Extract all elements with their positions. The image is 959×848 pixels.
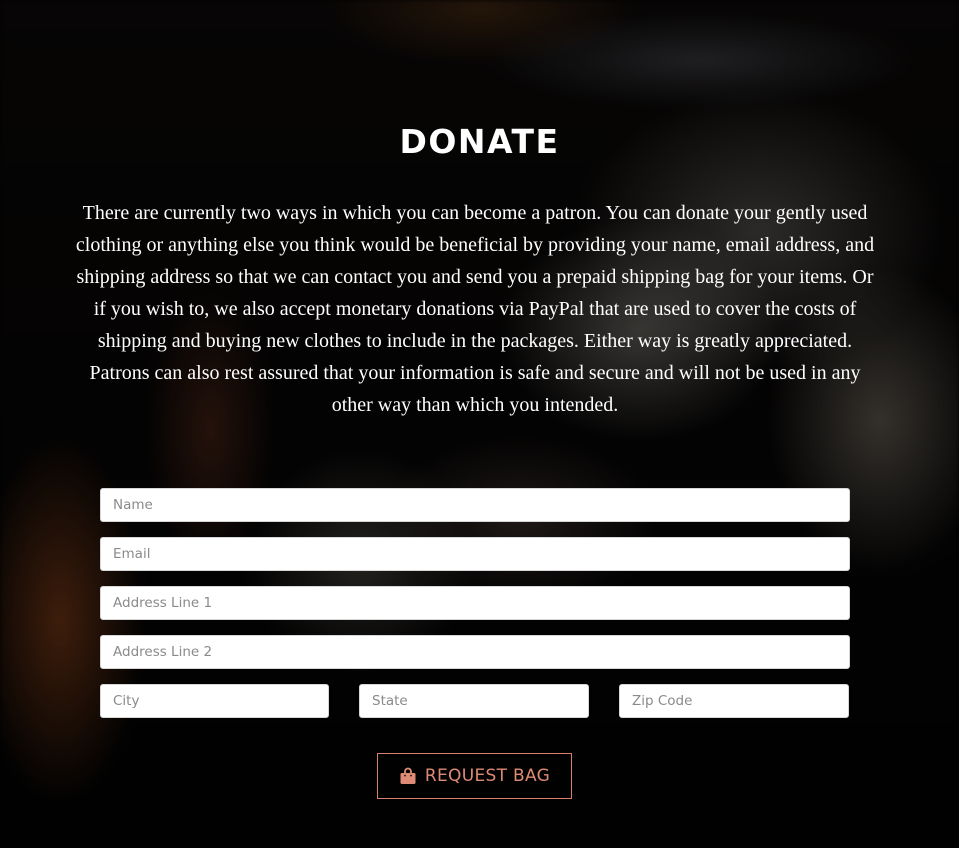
address-line-1-input[interactable]	[100, 586, 850, 620]
intro-paragraph: There are currently two ways in which yo…	[75, 202, 875, 416]
zip-code-input[interactable]	[619, 684, 849, 718]
donate-content: DONATE There are currently two ways in w…	[0, 0, 959, 848]
name-input[interactable]	[100, 488, 850, 522]
shopping-bag-icon	[399, 767, 417, 785]
page-title: DONATE	[399, 122, 560, 161]
request-bag-button[interactable]: REQUEST BAG	[377, 753, 572, 799]
email-input[interactable]	[100, 537, 850, 571]
state-input[interactable]	[359, 684, 589, 718]
city-input[interactable]	[100, 684, 329, 718]
request-bag-label: REQUEST BAG	[424, 766, 551, 786]
address-line-2-input[interactable]	[100, 635, 850, 669]
donate-section: DONATE There are currently two ways in w…	[0, 0, 959, 848]
